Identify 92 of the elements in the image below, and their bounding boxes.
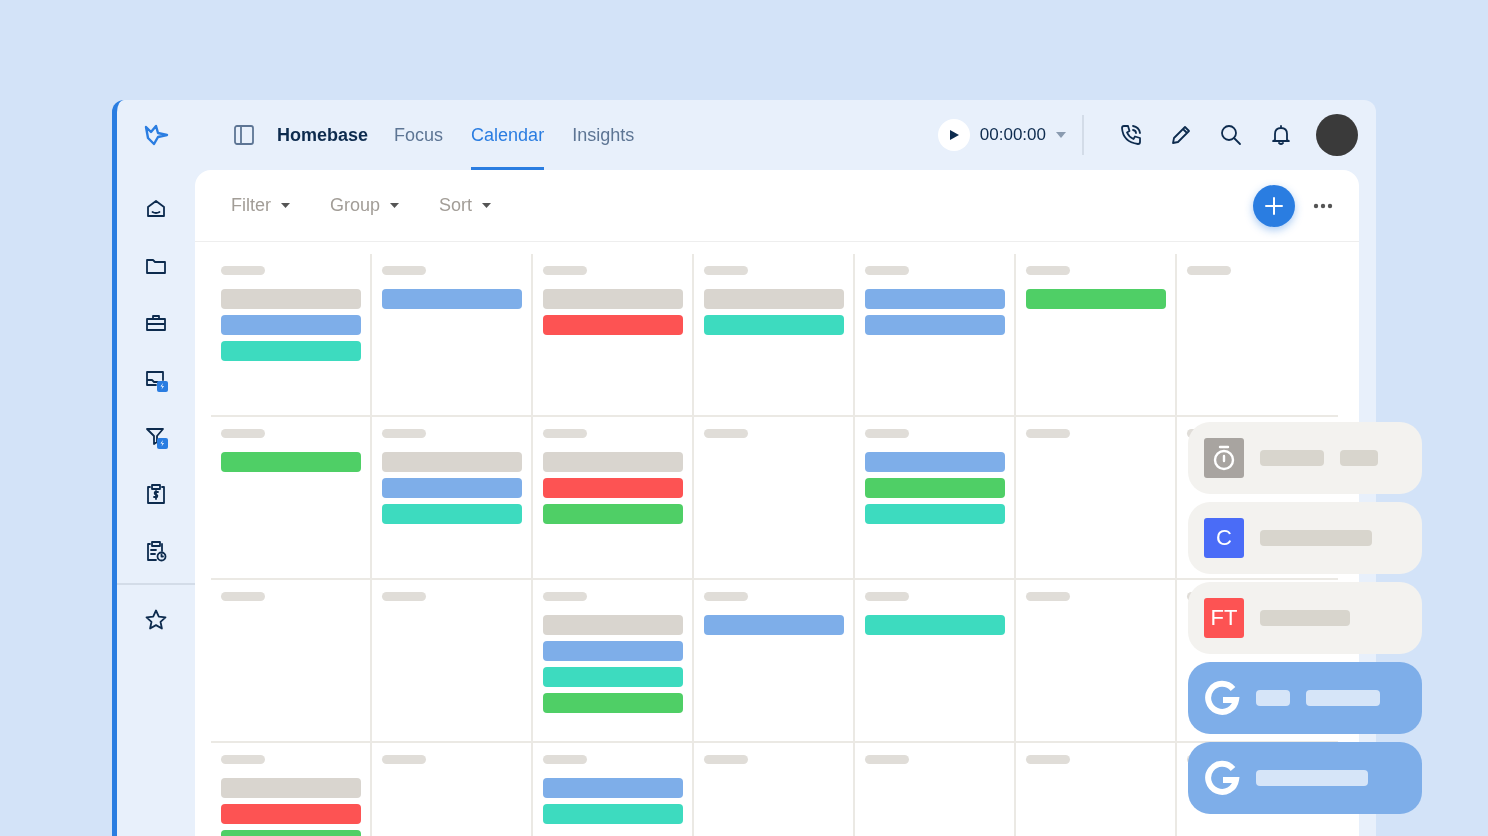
dropdown-menu[interactable]: Filter bbox=[231, 195, 290, 216]
app-logo: FT bbox=[1204, 598, 1244, 638]
sidebar-toggle-icon[interactable] bbox=[233, 124, 255, 146]
avatar[interactable] bbox=[1316, 114, 1358, 156]
caret-icon bbox=[281, 203, 290, 208]
text-placeholder bbox=[1340, 450, 1378, 466]
add-button[interactable] bbox=[1253, 184, 1295, 227]
text-placeholder bbox=[1256, 690, 1290, 706]
event-bar[interactable] bbox=[221, 452, 361, 472]
event-bar[interactable] bbox=[543, 778, 683, 798]
integration-card[interactable] bbox=[1188, 742, 1422, 814]
event-bar[interactable] bbox=[543, 615, 683, 635]
date-placeholder bbox=[1187, 266, 1231, 275]
date-placeholder bbox=[221, 429, 265, 438]
date-placeholder bbox=[543, 755, 587, 764]
date-placeholder bbox=[382, 592, 426, 601]
dropdown-menu[interactable]: Group bbox=[330, 195, 400, 216]
caret-icon bbox=[390, 203, 400, 208]
date-placeholder bbox=[704, 266, 748, 275]
dropdown-menu[interactable]: Sort bbox=[439, 195, 492, 216]
pencil-icon[interactable] bbox=[1169, 123, 1193, 147]
event-bar[interactable] bbox=[221, 341, 361, 361]
event-bar[interactable] bbox=[382, 452, 522, 472]
date-placeholder bbox=[1026, 755, 1070, 764]
g-logo-icon bbox=[1204, 760, 1240, 796]
stopwatch-icon bbox=[1204, 438, 1244, 478]
event-bar[interactable] bbox=[543, 804, 683, 824]
date-placeholder bbox=[221, 592, 265, 601]
date-placeholder bbox=[382, 266, 426, 275]
caret-icon[interactable] bbox=[1056, 132, 1066, 138]
search-icon[interactable] bbox=[1219, 123, 1243, 147]
workspace-title: Homebase bbox=[277, 124, 369, 146]
timer-display: 00:00:00 bbox=[979, 125, 1046, 145]
nav-tab[interactable]: Focus bbox=[394, 100, 444, 170]
event-bar[interactable] bbox=[704, 289, 844, 309]
integration-card[interactable]: FT bbox=[1188, 582, 1422, 654]
event-bar[interactable] bbox=[543, 478, 683, 498]
event-bar[interactable] bbox=[382, 504, 522, 524]
event-bar[interactable] bbox=[865, 478, 1005, 498]
date-placeholder bbox=[382, 755, 426, 764]
event-bar[interactable] bbox=[543, 693, 683, 713]
date-placeholder bbox=[865, 429, 909, 438]
logo-icon bbox=[142, 122, 170, 148]
event-bar[interactable] bbox=[865, 289, 1005, 309]
event-bar[interactable] bbox=[865, 315, 1005, 335]
plus-icon bbox=[1265, 196, 1283, 215]
event-bar[interactable] bbox=[543, 667, 683, 687]
event-bar[interactable] bbox=[221, 289, 361, 309]
event-bar[interactable] bbox=[221, 804, 361, 824]
caret-icon bbox=[482, 203, 492, 208]
app-logo: C bbox=[1204, 518, 1244, 558]
bell-icon[interactable] bbox=[1269, 123, 1293, 147]
date-placeholder bbox=[221, 755, 265, 764]
event-bar[interactable] bbox=[221, 315, 361, 335]
date-placeholder bbox=[1026, 429, 1070, 438]
date-placeholder bbox=[382, 429, 426, 438]
event-bar[interactable] bbox=[543, 504, 683, 524]
nav-tab[interactable]: Insights bbox=[572, 100, 635, 170]
more-icon[interactable] bbox=[1313, 202, 1333, 209]
date-placeholder bbox=[543, 266, 587, 275]
date-placeholder bbox=[865, 592, 909, 601]
event-bar[interactable] bbox=[543, 289, 683, 309]
date-placeholder bbox=[704, 592, 748, 601]
date-placeholder bbox=[1026, 266, 1070, 275]
event-bar[interactable] bbox=[221, 778, 361, 798]
play-icon bbox=[947, 129, 960, 141]
phone-icon[interactable] bbox=[1119, 123, 1143, 147]
event-bar[interactable] bbox=[543, 641, 683, 661]
event-bar[interactable] bbox=[382, 289, 522, 309]
play-button[interactable] bbox=[937, 119, 970, 151]
g-logo-icon bbox=[1204, 680, 1240, 716]
date-placeholder bbox=[221, 266, 265, 275]
event-bar[interactable] bbox=[382, 478, 522, 498]
date-placeholder bbox=[543, 429, 587, 438]
date-placeholder bbox=[704, 755, 748, 764]
text-placeholder bbox=[1260, 450, 1324, 466]
date-placeholder bbox=[704, 429, 748, 438]
integration-card[interactable] bbox=[1188, 422, 1422, 494]
event-bar[interactable] bbox=[543, 452, 683, 472]
date-placeholder bbox=[865, 266, 909, 275]
date-placeholder bbox=[1026, 592, 1070, 601]
event-bar[interactable] bbox=[865, 615, 1005, 635]
event-bar[interactable] bbox=[1026, 289, 1166, 309]
event-bar[interactable] bbox=[865, 452, 1005, 472]
event-bar[interactable] bbox=[865, 504, 1005, 524]
event-bar[interactable] bbox=[704, 615, 844, 635]
integration-card[interactable] bbox=[1188, 662, 1422, 734]
integration-card[interactable]: C bbox=[1188, 502, 1422, 574]
event-bar[interactable] bbox=[704, 315, 844, 335]
date-placeholder bbox=[865, 755, 909, 764]
event-bar[interactable] bbox=[543, 315, 683, 335]
date-placeholder bbox=[543, 592, 587, 601]
